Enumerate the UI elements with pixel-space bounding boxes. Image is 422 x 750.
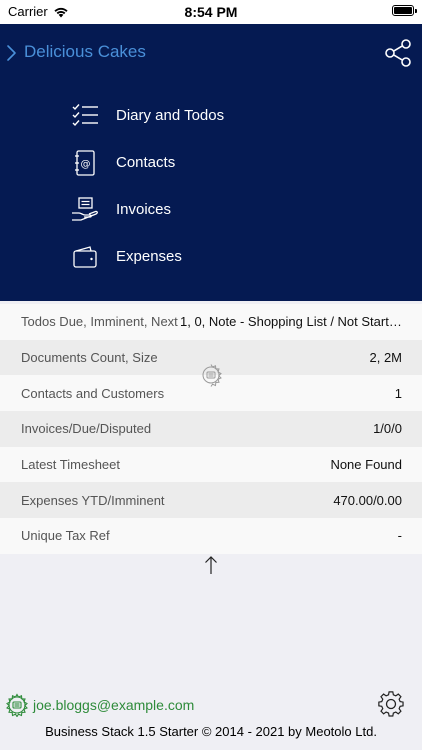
invoice-hand-icon [70,195,100,225]
gear-icon[interactable] [377,690,405,718]
menu-label-diary: Diary and Todos [116,107,225,124]
svg-text:@: @ [81,159,91,170]
row-value: 1, 0, Note - Shopping List / Not Started [180,314,402,330]
status-bar: Carrier 8:54 PM [0,0,422,24]
row-label: Unique Tax Ref [21,528,110,544]
share-icon[interactable] [384,38,412,68]
row-label: Invoices/Due/Disputed [21,421,152,437]
row-label: Contacts and Customers [21,385,165,401]
summary-row-tax-ref[interactable]: Unique Tax Ref - [0,518,422,554]
menu-label-contacts: Contacts [116,154,176,171]
menu-item-contacts[interactable]: @ Contacts [70,139,224,186]
footer-user[interactable]: joe.bloggs@example.com [5,693,194,717]
battery-level [394,7,412,14]
menu-label-expenses: Expenses [116,248,182,265]
address-book-icon: @ [70,148,100,178]
summary-row-timesheet[interactable]: Latest Timesheet None Found [0,446,422,483]
copyright-text: Business Stack 1.5 Starter © 2014 - 2021… [45,724,377,739]
status-time: 8:54 PM [184,4,238,20]
row-value: - [397,528,402,544]
user-logo-icon [6,693,28,717]
checklist-icon [70,101,100,131]
row-value: None Found [330,457,402,473]
row-label: Documents Count, Size [21,350,158,366]
row-label: Latest Timesheet [21,457,120,473]
menu-item-expenses[interactable]: Expenses [70,233,224,280]
summary-row-todos[interactable]: Todos Due, Imminent, Next 1, 0, Note - S… [0,304,422,340]
header-panel: Delicious Cakes Diary and Todos @ Contac… [0,24,422,301]
nav-bar: Delicious Cakes [0,24,422,80]
row-value: 1 [394,385,402,401]
company-title[interactable]: Delicious Cakes [24,42,146,62]
main-menu: Diary and Todos @ Contacts Invoices Expe… [70,92,224,280]
app-logo-watermark-icon [202,364,222,387]
user-email[interactable]: joe.bloggs@example.com [33,697,194,713]
row-value: 1/0/0 [373,421,402,437]
menu-label-invoices: Invoices [116,201,172,218]
scroll-up-arrow-icon[interactable] [203,555,219,575]
summary-table: Todos Due, Imminent, Next 1, 0, Note - S… [0,304,422,554]
row-value: 2, 2M [369,350,402,366]
battery-icon [392,5,417,16]
summary-row-invoices[interactable]: Invoices/Due/Disputed 1/0/0 [0,411,422,447]
row-value: 470.00/0.00 [333,492,402,508]
wallet-icon [70,242,100,272]
summary-row-expenses[interactable]: Expenses YTD/Imminent 470.00/0.00 [0,482,422,519]
menu-item-diary[interactable]: Diary and Todos [70,92,224,139]
row-label: Expenses YTD/Imminent [21,492,165,508]
chevron-right-icon[interactable] [6,44,18,62]
menu-item-invoices[interactable]: Invoices [70,186,224,233]
row-label: Todos Due, Imminent, Next [21,314,178,330]
